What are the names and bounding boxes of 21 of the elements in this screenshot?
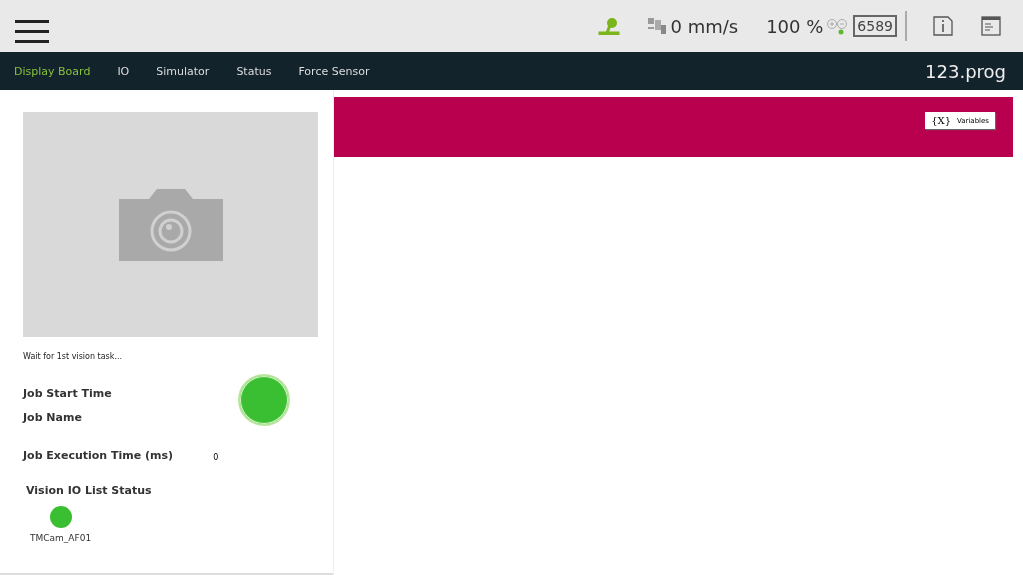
camera-icon — [118, 188, 223, 261]
document-icon[interactable] — [981, 16, 1001, 36]
joystick-icon — [598, 17, 621, 35]
section-heading: Vision IO List Status — [26, 484, 153, 497]
field-label: Job Execution Time (ms) — [23, 448, 174, 462]
nav-tab[interactable]: Display Board — [4, 64, 101, 78]
field-label: Job Name — [23, 410, 82, 424]
menu-icon[interactable] — [15, 20, 49, 44]
nav-tab[interactable]: IO — [107, 64, 140, 78]
status-message: Wait for 1st vision task... — [23, 352, 123, 361]
field-label: Job Start Time — [23, 386, 112, 400]
io-name: TMCam_AF01 — [30, 533, 92, 543]
field-value: 0 — [213, 452, 219, 462]
speed-percent: 100 % — [766, 15, 824, 37]
speed-readout: 0 mm/s — [670, 15, 739, 37]
nav-tab[interactable]: Force Sensor — [288, 64, 380, 78]
counter-box: 6589 — [853, 15, 897, 37]
nav-tab[interactable]: Simulator — [146, 64, 220, 78]
nav-tab[interactable]: Status — [226, 64, 282, 78]
info-icon[interactable] — [933, 16, 953, 36]
program-name: 123.prog — [925, 60, 1006, 82]
